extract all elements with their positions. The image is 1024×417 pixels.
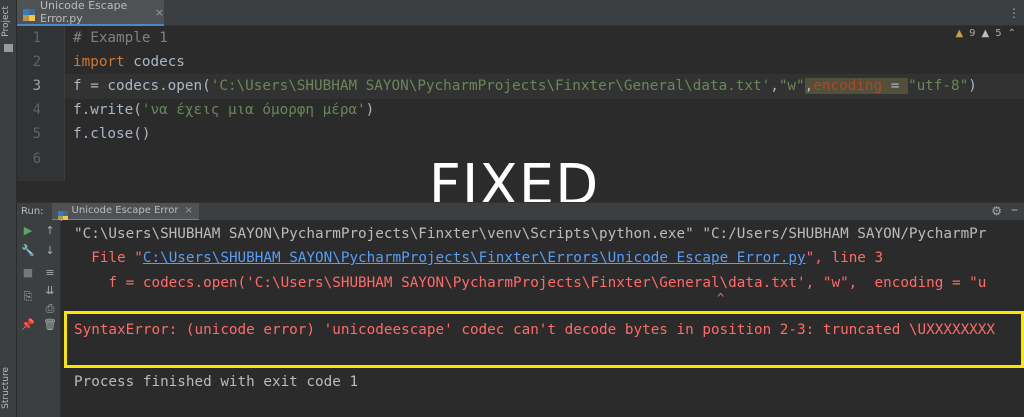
line-number: 3 bbox=[32, 78, 41, 94]
error-highlight-box bbox=[64, 311, 1024, 368]
run-toolbar-secondary: ↑ ↓ ≡ ⇊ ⎙ 🗑 bbox=[39, 220, 61, 417]
string-literal: 'C:\Users\SHUBHAM SAYON\PycharmProjects\… bbox=[210, 78, 771, 94]
string-literal: "w" bbox=[778, 78, 805, 94]
string-literal: "utf-8" bbox=[907, 78, 969, 94]
close-icon[interactable]: × bbox=[185, 205, 193, 216]
pin-icon[interactable]: 📌 bbox=[17, 318, 39, 331]
line-number: 2 bbox=[32, 54, 41, 70]
gear-icon[interactable]: ⚙ bbox=[991, 204, 1002, 218]
arrow-up-icon[interactable]: ↑ bbox=[39, 224, 61, 237]
tab-label: Unicode Escape Error.py bbox=[40, 0, 128, 25]
run-tool-window-header: Run: Unicode Escape Error × ⚙ – bbox=[17, 202, 1024, 221]
line-number: 4 bbox=[32, 102, 41, 118]
code-text: codecs bbox=[124, 54, 185, 70]
close-icon[interactable]: × bbox=[155, 6, 164, 19]
code-line-5: f.close() bbox=[73, 122, 150, 147]
code-line-1: # Example 1 bbox=[73, 26, 168, 51]
restore-layout-icon[interactable]: ⎘ bbox=[17, 290, 39, 304]
code-text: f.close() bbox=[73, 126, 151, 142]
string-literal: 'να έχεις μια όμορφη μέρα' bbox=[141, 102, 366, 118]
minimize-icon[interactable]: – bbox=[1011, 202, 1018, 218]
console-exit-status: Process finished with exit code 1 bbox=[74, 374, 359, 390]
keyword: import bbox=[73, 54, 125, 70]
python-file-icon bbox=[57, 206, 68, 221]
code-line-4: f.write('να έχεις μια όμορφη μέρα') bbox=[73, 98, 374, 123]
run-tab[interactable]: Unicode Escape Error × bbox=[51, 202, 199, 221]
run-toolbar-primary: ▶ 🔧 ■ ⎘ 📌 bbox=[17, 220, 39, 417]
weak-warning-icon: ▲ bbox=[981, 28, 990, 39]
python-file-icon bbox=[23, 6, 35, 21]
arrow-down-icon[interactable]: ↓ bbox=[39, 244, 61, 257]
run-label: Run: bbox=[21, 206, 44, 217]
weak-warning-count: 5 bbox=[995, 28, 1002, 39]
traceback-text: File " bbox=[74, 250, 143, 266]
trash-icon[interactable]: 🗑 bbox=[39, 318, 61, 331]
structure-tool-button[interactable]: Structure bbox=[1, 367, 11, 409]
project-tool-button[interactable]: Project bbox=[1, 6, 11, 37]
rerun-icon[interactable]: ▶ bbox=[17, 224, 39, 237]
warning-count: 9 bbox=[969, 28, 976, 39]
traceback-text: ", line 3 bbox=[805, 250, 884, 266]
soft-wrap-icon[interactable]: ≡ bbox=[39, 266, 61, 279]
code-text: , bbox=[804, 78, 814, 94]
stop-icon[interactable]: ■ bbox=[17, 266, 39, 279]
keyword-argument: encoding bbox=[813, 78, 883, 94]
console-command-line: "C:\Users\SHUBHAM SAYON\PycharmProjects\… bbox=[74, 226, 987, 242]
code-line-2: import codecs bbox=[73, 50, 185, 75]
code-text: = bbox=[882, 78, 908, 94]
code-text: ) bbox=[365, 102, 375, 118]
chevron-up-icon[interactable]: ⌃ bbox=[1008, 28, 1016, 39]
code-text: , bbox=[770, 78, 779, 94]
console-traceback-file: File "C:\Users\SHUBHAM SAYON\PycharmProj… bbox=[74, 246, 883, 270]
console-caret: ^ bbox=[74, 291, 725, 305]
print-icon[interactable]: ⎙ bbox=[39, 302, 61, 316]
more-vertical-icon[interactable]: ⋮ bbox=[1008, 6, 1020, 20]
line-number: 1 bbox=[32, 30, 41, 46]
editor-tab-bar: Unicode Escape Error.py × ⋮ bbox=[17, 0, 1024, 26]
scroll-to-end-icon[interactable]: ⇊ bbox=[39, 284, 61, 297]
line-number: 5 bbox=[32, 126, 41, 142]
traceback-file-link[interactable]: C:\Users\SHUBHAM SAYON\PycharmProjects\F… bbox=[143, 250, 806, 266]
code-text: f = codecs.open( bbox=[73, 78, 211, 94]
run-tab-label: Unicode Escape Error bbox=[71, 205, 179, 216]
folder-icon bbox=[4, 44, 13, 52]
code-line-3: f = codecs.open('C:\Users\SHUBHAM SAYON\… bbox=[73, 74, 977, 99]
editor-tab-unicode-escape-error[interactable]: Unicode Escape Error.py × bbox=[17, 0, 164, 26]
warning-icon: ▲ bbox=[955, 28, 964, 39]
inspection-widget[interactable]: ▲ 9 ▲ 5 ⌃ bbox=[955, 28, 1016, 39]
comment: # Example 1 bbox=[73, 30, 168, 46]
code-text: ) bbox=[968, 78, 977, 94]
code-text: f.write( bbox=[73, 102, 142, 118]
wrench-icon[interactable]: 🔧 bbox=[17, 244, 39, 257]
